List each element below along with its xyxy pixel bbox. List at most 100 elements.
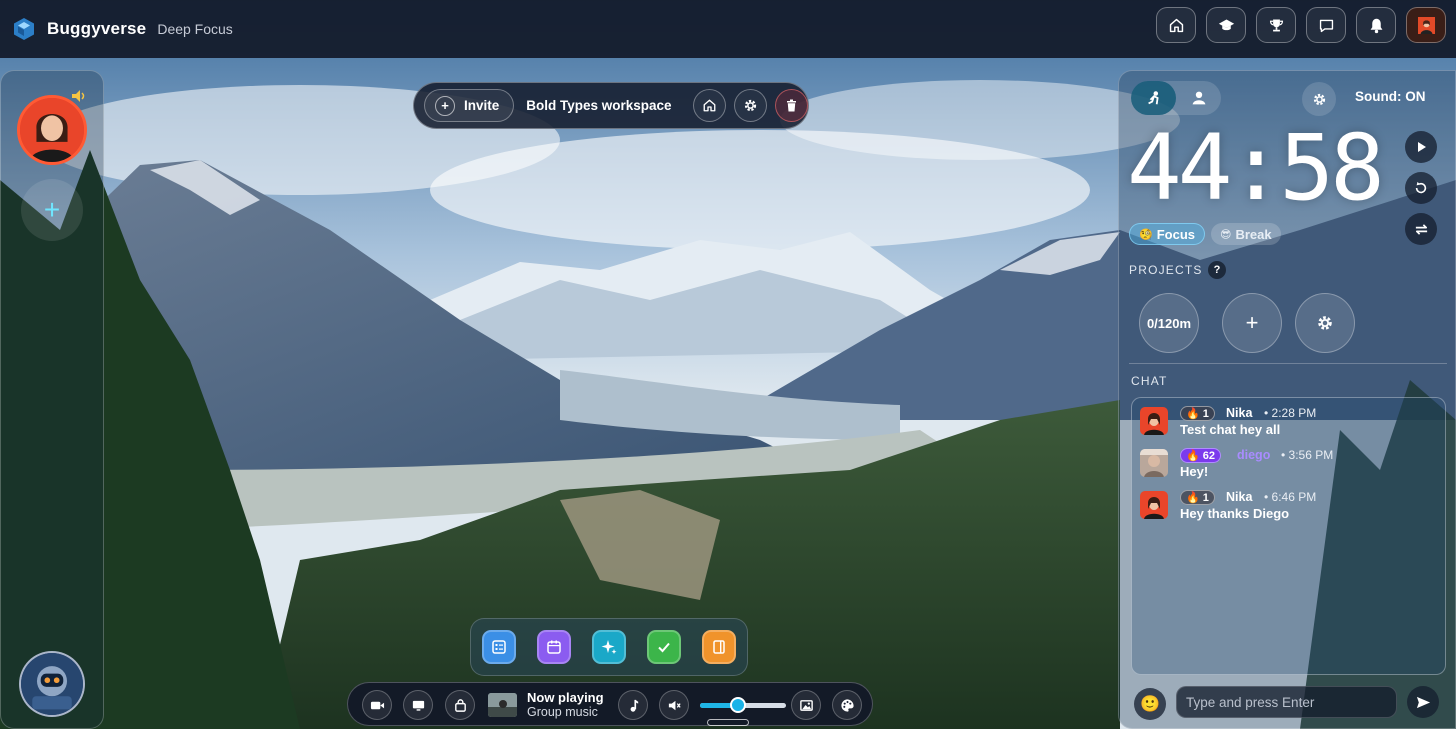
room-name[interactable]: Bold Types workspace (526, 98, 685, 113)
project-settings-button[interactable] (1295, 293, 1355, 353)
image-icon (799, 699, 813, 711)
brand-name[interactable]: Buggyverse (47, 19, 146, 39)
message-author[interactable]: Nika (1226, 406, 1252, 420)
chat-message: 🔥 62 diego • 3:56 PM Hey! (1140, 448, 1440, 482)
chat-messages[interactable]: 🔥 1 Nika • 2:28 PM Test chat hey all 🔥 62 … (1131, 397, 1446, 675)
sound-toggle[interactable]: Sound: ON (1355, 89, 1426, 104)
robot-avatar[interactable] (19, 651, 85, 717)
room-settings-button[interactable] (734, 89, 768, 122)
avatar-photo (1140, 491, 1168, 519)
group-icon (1147, 91, 1159, 105)
messages-button[interactable] (1306, 7, 1346, 43)
courses-button[interactable] (1206, 7, 1246, 43)
send-message-button[interactable] (1407, 686, 1439, 718)
timer-settings-button[interactable] (1302, 82, 1336, 116)
break-mode-chip[interactable]: 😎 Break (1211, 223, 1281, 245)
now-playing-title: Now playing (527, 690, 604, 705)
screen-share-button[interactable] (403, 690, 433, 720)
theme-button[interactable] (832, 690, 862, 720)
focus-mode-chip[interactable]: 🧐 Focus (1129, 223, 1205, 245)
user-avatar[interactable] (1140, 407, 1168, 435)
dock-handle[interactable] (707, 719, 749, 726)
volume-slider[interactable] (700, 697, 786, 713)
now-playing-thumbnail[interactable] (488, 693, 517, 717)
home-icon (1169, 18, 1183, 32)
right-panel: Sound: ON 44:58 🧐 Focus 😎 Break PROJECTS… (1118, 70, 1456, 729)
app-tasks-button[interactable] (647, 630, 681, 664)
current-user-avatar[interactable] (17, 95, 87, 165)
sidebar-panel-icon (713, 640, 725, 654)
left-sidebar: + (0, 70, 104, 729)
speaker-icon (72, 90, 85, 102)
leaderboard-button[interactable] (1256, 7, 1296, 43)
solo-mode-button[interactable] (1176, 81, 1221, 115)
invite-label: Invite (464, 98, 500, 113)
music-button[interactable] (618, 690, 648, 720)
app-panel-button[interactable] (702, 630, 736, 664)
wallpaper-button[interactable] (791, 690, 821, 720)
message-time: • 3:56 PM (1281, 448, 1334, 462)
shopping-bag-icon (454, 698, 466, 712)
user-avatar[interactable] (1140, 491, 1168, 519)
app-notes-button[interactable] (482, 630, 516, 664)
room-home-button[interactable] (693, 89, 727, 122)
gear-icon (1313, 93, 1325, 105)
calendar-icon (547, 640, 561, 654)
buggyverse-logo[interactable] (12, 17, 36, 41)
message-author[interactable]: Nika (1226, 490, 1252, 504)
gear-icon (745, 99, 757, 112)
message-author[interactable]: diego (1237, 448, 1270, 462)
app-calendar-button[interactable] (537, 630, 571, 664)
mute-button[interactable] (659, 690, 689, 720)
app-dock (470, 618, 748, 676)
avatar-photo (1140, 449, 1168, 477)
delete-room-button[interactable] (775, 89, 808, 122)
monitor-icon (412, 700, 424, 711)
graduation-cap-icon (1218, 19, 1234, 30)
focus-emoji: 🧐 (1139, 228, 1153, 241)
message-time: • 6:46 PM (1264, 490, 1317, 504)
chat-icon (1319, 19, 1333, 32)
switch-mode-button[interactable] (1405, 213, 1437, 245)
store-button[interactable] (445, 690, 475, 720)
person-icon (1192, 91, 1205, 105)
profile-avatar-button[interactable] (1406, 7, 1446, 43)
timer-display: 44:58 (1127, 116, 1385, 221)
music-note-icon (630, 699, 638, 712)
robot-icon (21, 653, 83, 715)
help-icon[interactable]: ? (1208, 261, 1226, 279)
plus-icon: + (43, 194, 61, 225)
chat-heading: CHAT (1131, 374, 1168, 388)
group-mode-button[interactable] (1131, 81, 1176, 115)
invite-button[interactable]: + Invite (424, 89, 515, 122)
chat-input[interactable] (1176, 686, 1397, 718)
play-button[interactable] (1405, 131, 1437, 163)
user-avatar[interactable] (1140, 449, 1168, 477)
top-bar: Buggyverse Deep Focus (0, 0, 1456, 58)
project-progress[interactable]: 0/120m (1139, 293, 1199, 353)
camera-button[interactable] (362, 690, 392, 720)
notifications-button[interactable] (1356, 7, 1396, 43)
gear-icon (1318, 316, 1332, 330)
send-icon (1416, 696, 1430, 708)
home-icon (703, 99, 716, 112)
smiley-icon: 🙂 (1140, 696, 1160, 713)
fire-icon: 🔥 (1186, 492, 1200, 504)
app-ai-button[interactable] (592, 630, 626, 664)
volume-knob[interactable] (729, 697, 746, 713)
home-button[interactable] (1156, 7, 1196, 43)
top-navigation (1156, 7, 1446, 43)
message-text: Hey thanks Diego (1180, 506, 1290, 521)
trophy-icon (1269, 19, 1283, 31)
add-project-button[interactable]: + (1222, 293, 1282, 353)
add-room-button[interactable]: + (21, 179, 83, 241)
checkmark-icon (658, 642, 670, 653)
streak-count: 1 (1202, 491, 1209, 504)
chat-message: 🔥 1 Nika • 2:28 PM Test chat hey all (1140, 406, 1440, 440)
streak-count: 62 (1202, 449, 1215, 462)
emoji-picker-button[interactable]: 🙂 (1134, 688, 1166, 720)
timer-mode-toggle (1131, 81, 1221, 115)
break-emoji: 😎 (1220, 228, 1232, 241)
plus-icon: + (435, 95, 455, 116)
reset-button[interactable] (1405, 172, 1437, 204)
